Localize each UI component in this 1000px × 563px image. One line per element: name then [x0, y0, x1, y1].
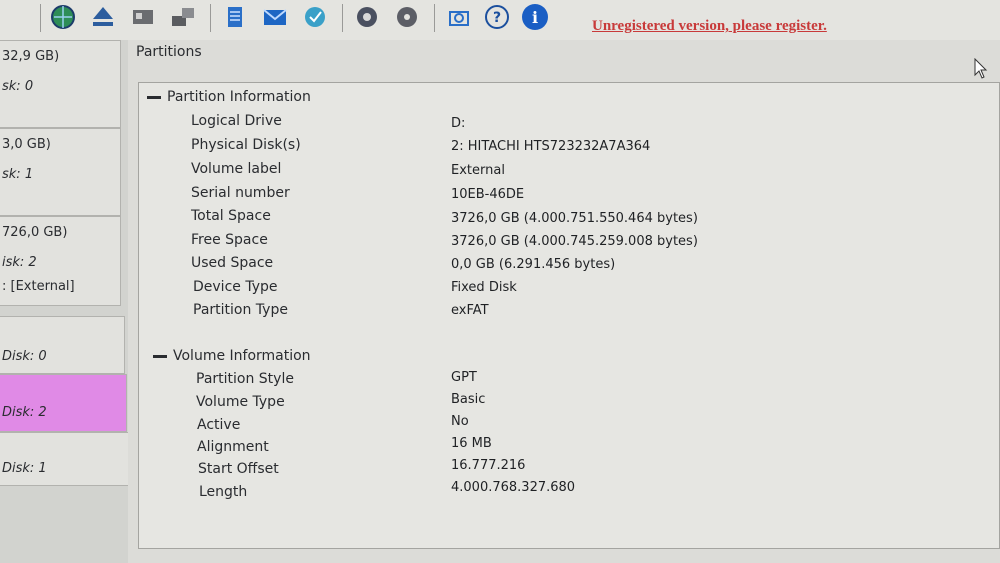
disk-number: sk: 1: [2, 167, 34, 182]
value-volume-type: Basic: [451, 392, 486, 407]
value-alignment: 16 MB: [451, 436, 492, 451]
disk-size: 3,0 GB): [2, 137, 51, 152]
label-partition-type: Partition Type: [193, 302, 288, 318]
label-active: Active: [197, 417, 241, 433]
partition-item-selected[interactable]: Disk: 2: [0, 374, 127, 432]
camera-icon[interactable]: [444, 2, 474, 32]
partition-disk: Disk: 2: [2, 405, 47, 420]
value-free-space: 3726,0 GB (4.000.745.259.008 bytes): [451, 234, 698, 249]
disk-number: sk: 0: [2, 79, 34, 94]
toolbar: ? i Unregistered version, please registe…: [0, 0, 1000, 41]
value-length: 4.000.768.327.680: [451, 480, 576, 495]
partition-disk: Disk: 1: [2, 461, 47, 476]
label-total-space: Total Space: [191, 208, 271, 224]
label-device-type: Device Type: [193, 279, 278, 295]
value-partition-style: GPT: [451, 370, 477, 385]
partitions-panel: Partitions Partition Information Logical…: [128, 40, 1000, 563]
update-icon[interactable]: [300, 2, 330, 32]
collapse-icon: [153, 354, 167, 358]
info-icon[interactable]: i: [520, 2, 550, 32]
label-used-space: Used Space: [191, 255, 274, 271]
label-physical-disk: Physical Disk(s): [191, 137, 301, 153]
notepad-icon[interactable]: [220, 2, 250, 32]
label-volume-label: Volume label: [191, 161, 282, 177]
value-active: No: [451, 414, 469, 429]
disk-label: : [External]: [2, 279, 75, 294]
label-length: Length: [199, 484, 248, 500]
disk-size: 726,0 GB): [2, 225, 68, 240]
collapse-icon: [147, 95, 161, 99]
disk-item[interactable]: 726,0 GB) isk: 2 : [External]: [0, 216, 121, 306]
page-title: Partitions: [136, 44, 202, 60]
disk-move-icon[interactable]: [168, 2, 198, 32]
value-used-space: 0,0 GB (6.291.456 bytes): [451, 257, 616, 272]
toolbar-separator: [210, 4, 211, 32]
info-box: Partition Information Logical Drive D: P…: [138, 82, 1000, 549]
eject-icon[interactable]: [88, 2, 118, 32]
label-volume-type: Volume Type: [196, 394, 285, 410]
partition-disk: Disk: 0: [2, 349, 47, 364]
value-device-type: Fixed Disk: [451, 280, 517, 295]
label-partition-style: Partition Style: [196, 371, 294, 387]
svg-text:?: ?: [493, 10, 501, 26]
partition-item[interactable]: Disk: 1: [0, 432, 129, 486]
partition-item[interactable]: Disk: 0: [0, 316, 125, 374]
partition-info-header[interactable]: Partition Information: [147, 89, 311, 105]
help-icon[interactable]: ?: [482, 2, 512, 32]
toolbar-separator: [434, 4, 435, 32]
label-logical-drive: Logical Drive: [191, 113, 282, 129]
label-start-offset: Start Offset: [198, 461, 279, 477]
disk-number: isk: 2: [2, 255, 37, 270]
label-free-space: Free Space: [191, 232, 268, 248]
disk-item[interactable]: 32,9 GB) sk: 0: [0, 40, 121, 128]
globe-icon[interactable]: [48, 2, 78, 32]
value-start-offset: 16.777.216: [451, 458, 526, 473]
value-physical-disk: 2: HITACHI HTS723232A7A364: [451, 139, 651, 154]
volume-info-header[interactable]: Volume Information: [153, 348, 311, 364]
gears-icon[interactable]: [128, 2, 158, 32]
disc-icon[interactable]: [392, 2, 422, 32]
label-alignment: Alignment: [197, 439, 269, 455]
disk-size: 32,9 GB): [2, 49, 60, 64]
mouse-cursor-icon: [974, 58, 988, 79]
disk-list-panel: 32,9 GB) sk: 0 3,0 GB) sk: 1 726,0 GB) i…: [0, 40, 129, 563]
value-volume-label: External: [451, 163, 505, 178]
disk-item[interactable]: 3,0 GB) sk: 1: [0, 128, 121, 216]
settings-icon[interactable]: [352, 2, 382, 32]
mail-icon[interactable]: [260, 2, 290, 32]
value-serial-number: 10EB-46DE: [451, 187, 525, 202]
toolbar-separator: [40, 4, 41, 32]
value-partition-type: exFAT: [451, 303, 489, 318]
value-logical-drive: D:: [451, 116, 466, 131]
toolbar-separator: [342, 4, 343, 32]
svg-text:i: i: [532, 8, 538, 27]
label-serial-number: Serial number: [191, 185, 290, 201]
value-total-space: 3726,0 GB (4.000.751.550.464 bytes): [451, 211, 698, 226]
unregistered-link[interactable]: Unregistered version, please register.: [592, 18, 827, 35]
